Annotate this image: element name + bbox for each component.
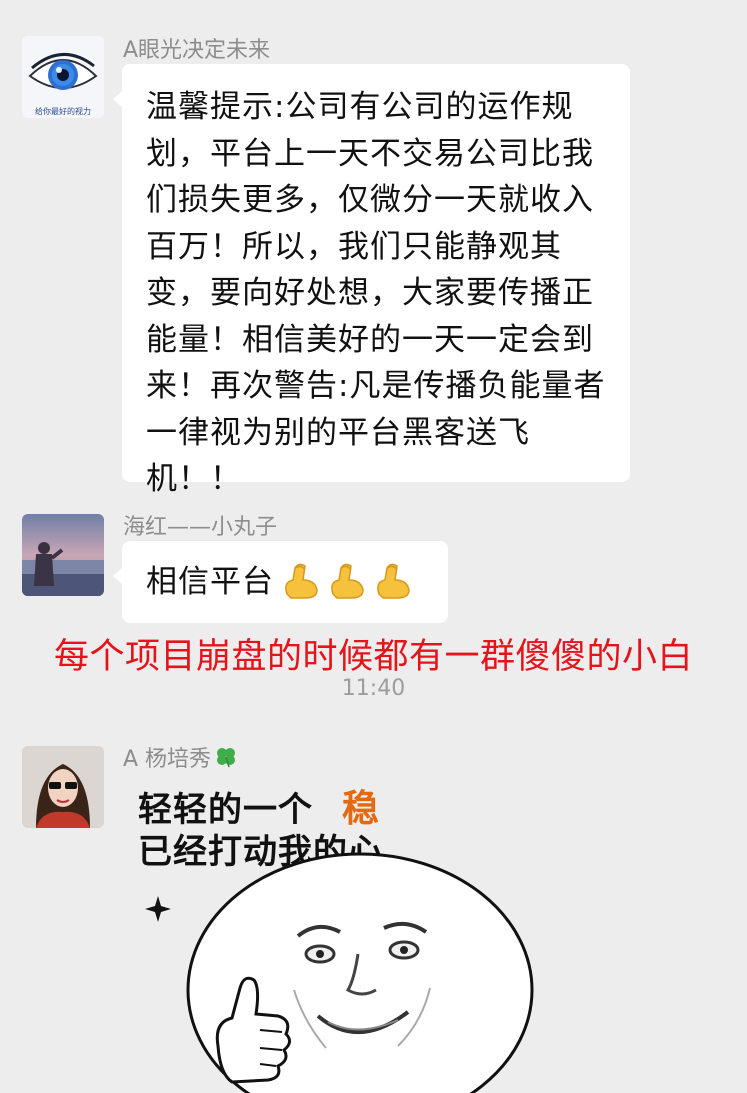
- avatar-woman[interactable]: [22, 746, 104, 828]
- avatar-eye[interactable]: 给你最好的视力: [22, 36, 104, 118]
- message-text: 相信平台: [146, 564, 274, 600]
- sender-name: 海红——小丸子: [123, 515, 278, 540]
- meme-face-illustration: [145, 852, 534, 1093]
- beach-photo-icon: [22, 514, 104, 596]
- avatar-caption: 给你最好的视力: [35, 107, 91, 116]
- message-bubble[interactable]: 温馨提示:公司有公司的运作规划，平台上一天不交易公司比我们损失更多，仅微分一天就…: [113, 64, 630, 497]
- overlay-annotation: 每个项目崩盘的时候都有一群傻傻的小白: [53, 637, 693, 677]
- flexed-biceps-icon: [285, 563, 410, 599]
- woman-portrait-icon: [22, 746, 104, 828]
- chat-window: 给你最好的视力 A眼光决定未来 温馨提示:公司有公司的运作规划，平台上一天不交易…: [0, 0, 747, 1093]
- message-text: 温馨提示:公司有公司的运作规划，平台上一天不交易公司比我们损失更多，仅微分一天就…: [146, 89, 606, 497]
- sender-name: A眼光决定未来: [123, 38, 271, 63]
- sticker-image[interactable]: 轻轻的一个 稳 已经打动我的心: [122, 768, 562, 1093]
- message-bubble[interactable]: 相信平台: [113, 541, 448, 623]
- avatar-beach[interactable]: [22, 514, 104, 596]
- flexed-biceps-icon-group: [281, 560, 413, 604]
- timestamp: 11:40: [341, 676, 406, 701]
